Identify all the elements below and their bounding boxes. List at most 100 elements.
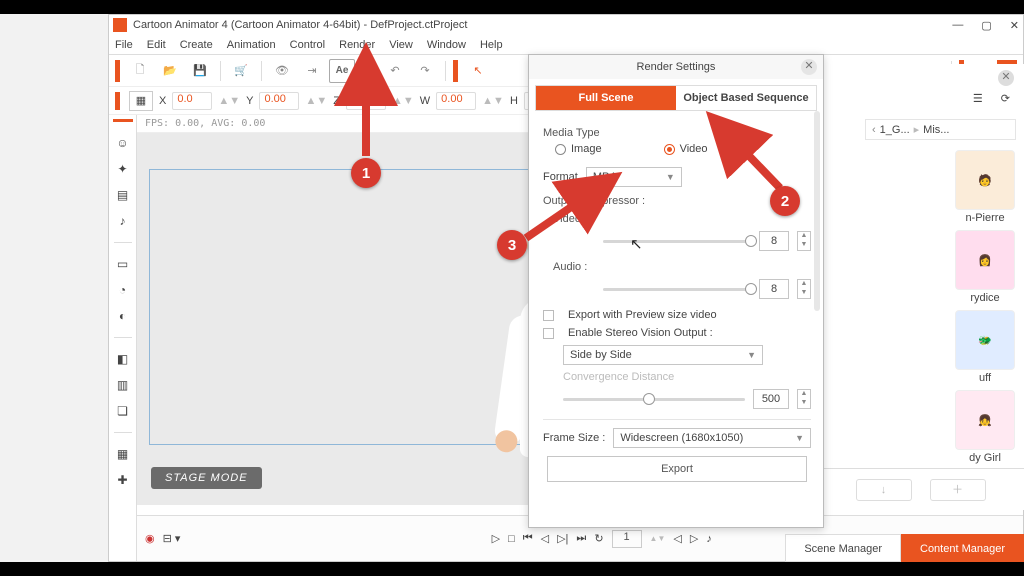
video-quality-value[interactable]: 8 — [759, 231, 789, 251]
bottom-tabs: Scene Manager Content Manager — [785, 534, 1024, 562]
radio-video[interactable]: Video — [664, 143, 708, 155]
breadcrumb[interactable]: ‹ 1_G... ▸ Mis... — [865, 119, 1016, 140]
convergence-value: 500 — [753, 389, 789, 409]
x-label: X — [159, 95, 166, 107]
preview-button[interactable]: 👁 — [269, 59, 295, 83]
item-label: dy Girl — [969, 452, 1001, 464]
window-title: Cartoon Animator 4 (Cartoon Animator 4-6… — [133, 19, 467, 31]
menu-view[interactable]: View — [389, 39, 413, 51]
save-project-button[interactable]: 💾 — [187, 59, 213, 83]
tool-icon[interactable]: ◧ — [114, 350, 132, 368]
add-button[interactable]: ＋ — [930, 479, 986, 501]
radio-image[interactable]: Image — [555, 143, 602, 155]
tool-icon[interactable]: ▭ — [114, 255, 132, 273]
menu-file[interactable]: File — [115, 39, 133, 51]
content-item[interactable]: 👩rydice — [951, 230, 1019, 304]
new-project-button[interactable]: 🗋 — [127, 59, 153, 83]
tool-icon[interactable]: ▥ — [114, 376, 132, 394]
format-label: Format — [543, 171, 578, 183]
panel-icon[interactable]: ☰ — [973, 92, 983, 105]
video-quality-spinner[interactable]: ▲▼ — [797, 231, 811, 251]
export-button[interactable]: Export — [547, 456, 807, 482]
tab-full-scene[interactable]: Full Scene — [536, 86, 676, 110]
tool-icon[interactable]: ▦ — [114, 445, 132, 463]
first-frame-button[interactable]: ⏮ — [523, 532, 533, 545]
menu-edit[interactable]: Edit — [147, 39, 166, 51]
frame-size-select[interactable]: Widescreen (1680x1050)▼ — [613, 428, 811, 448]
audio-quality-spinner[interactable]: ▲▼ — [797, 279, 811, 299]
redo-button[interactable]: ↷ — [412, 59, 438, 83]
crumb-part[interactable]: 1_G... — [880, 124, 910, 136]
app-logo-icon — [113, 18, 127, 32]
x-field[interactable]: 0.0 — [172, 92, 212, 110]
render-video-button[interactable]: ⇥ — [299, 59, 325, 83]
dialog-close-icon[interactable]: ✕ — [801, 59, 817, 75]
content-item[interactable]: 👧dy Girl — [951, 390, 1019, 464]
crumb-part[interactable]: Mis... — [923, 124, 949, 136]
stereo-label: Enable Stereo Vision Output : — [568, 327, 713, 339]
menu-help[interactable]: Help — [480, 39, 503, 51]
prev-key-button[interactable]: ◁ — [673, 532, 681, 545]
menu-control[interactable]: Control — [290, 39, 325, 51]
toolbar-accent — [115, 60, 120, 82]
w-field[interactable]: 0.00 — [436, 92, 476, 110]
undo-button[interactable]: ↶ — [382, 59, 408, 83]
pointer-tool-button[interactable]: ↖ — [465, 59, 491, 83]
panel-close-icon[interactable]: ✕ — [998, 70, 1014, 86]
scrollbar[interactable] — [814, 111, 820, 311]
export-ae-button[interactable]: Ae — [329, 59, 355, 83]
item-label: n-Pierre — [965, 212, 1004, 224]
content-item[interactable]: 🧑n-Pierre — [951, 150, 1019, 224]
y-field[interactable]: 0.00 — [259, 92, 299, 110]
apply-button[interactable]: ↓ — [856, 479, 912, 501]
audio-tool-icon[interactable]: ♪ — [114, 212, 132, 230]
audio-quality-label: Audio : — [553, 261, 595, 273]
item-label: rydice — [970, 292, 999, 304]
tab-content-manager[interactable]: Content Manager — [901, 534, 1024, 562]
menu-animation[interactable]: Animation — [227, 39, 276, 51]
panel-refresh-icon[interactable]: ⟳ — [1001, 92, 1010, 105]
close-button[interactable]: ✕ — [1010, 19, 1019, 32]
z-label: Z — [333, 95, 340, 107]
export-preview-checkbox — [543, 310, 554, 321]
tab-object-sequence[interactable]: Object Based Sequence — [676, 86, 816, 110]
menu-create[interactable]: Create — [180, 39, 213, 51]
grid-icon[interactable]: ▦ — [129, 91, 153, 111]
play-button[interactable]: ▷ — [492, 532, 500, 545]
last-frame-button[interactable]: ⏭ — [576, 532, 586, 545]
minimize-button[interactable]: — — [952, 19, 963, 32]
tool-icon[interactable]: ✚ — [114, 471, 132, 489]
next-frame-button[interactable]: ▷| — [557, 532, 568, 545]
current-frame-field[interactable]: 1 — [612, 530, 642, 548]
actor-tool-icon[interactable]: ☺ — [114, 134, 132, 152]
record-button[interactable]: ◉ — [145, 532, 155, 545]
video-quality-slider[interactable] — [603, 240, 751, 243]
side-toolbar: ☺ ✦ ▤ ♪ ▭ ◔ ◐ ◧ ▥ ❏ ▦ ✚ — [109, 115, 137, 561]
tool-icon[interactable]: ◔ — [114, 281, 132, 299]
marketplace-button[interactable]: 🛒 — [228, 59, 254, 83]
audio-quality-value[interactable]: 8 — [759, 279, 789, 299]
bone-tool-icon[interactable]: ✦ — [114, 160, 132, 178]
tool-icon[interactable]: ❏ — [114, 402, 132, 420]
convergence-label: Convergence Distance — [543, 371, 811, 383]
stop-button[interactable]: □ — [508, 533, 515, 545]
content-item[interactable]: 🐲uff — [951, 310, 1019, 384]
open-project-button[interactable]: 📂 — [157, 59, 183, 83]
next-key-button[interactable]: ▷ — [690, 532, 698, 545]
audio-quality-slider[interactable] — [603, 288, 751, 291]
dialog-title: Render Settings ✕ — [529, 55, 823, 79]
stage-mode-badge: STAGE MODE — [151, 467, 262, 489]
maximize-button[interactable]: ▢ — [981, 19, 991, 32]
prev-frame-button[interactable]: ◁ — [541, 532, 549, 545]
menu-window[interactable]: Window — [427, 39, 466, 51]
sound-button[interactable]: ♪ — [706, 533, 712, 545]
toolbar-accent — [453, 60, 458, 82]
tool-icon[interactable]: ◐ — [114, 307, 132, 325]
stereo-checkbox[interactable] — [543, 328, 554, 339]
tab-scene-manager[interactable]: Scene Manager — [785, 534, 901, 562]
frame-size-label: Frame Size : — [543, 432, 605, 444]
timeline-mode-icon[interactable]: ⊟ ▾ — [163, 532, 181, 545]
layer-tool-icon[interactable]: ▤ — [114, 186, 132, 204]
menu-render[interactable]: Render — [339, 39, 375, 51]
loop-button[interactable]: ↻ — [594, 532, 603, 545]
